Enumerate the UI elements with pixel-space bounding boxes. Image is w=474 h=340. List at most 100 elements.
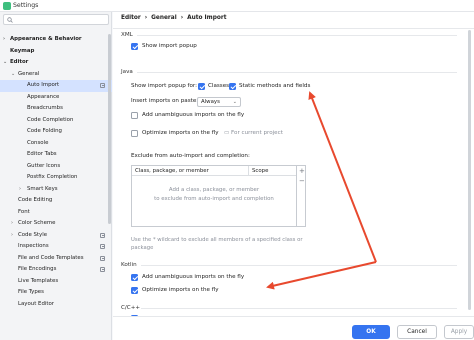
- xml-section-label: XML: [121, 32, 133, 38]
- sidebar-item-file-encodings[interactable]: File Encodings: [0, 264, 112, 276]
- sidebar-item-label: Font: [18, 208, 30, 215]
- project-scope-icon: [100, 232, 105, 238]
- note-line: package: [131, 245, 154, 251]
- section-divider: [137, 35, 457, 36]
- settings-search-input[interactable]: [3, 14, 109, 25]
- sidebar-scrollbar[interactable]: [108, 34, 111, 224]
- sidebar-item-auto-import[interactable]: Auto Import: [0, 80, 112, 92]
- sidebar-item-color-scheme[interactable]: › Color Scheme: [0, 218, 112, 230]
- sidebar-item-smart-keys[interactable]: › Smart Keys: [0, 184, 112, 196]
- sidebar-item-label: Editor Tabs: [27, 151, 57, 157]
- show-popup-for-label: Show import popup for:: [131, 83, 197, 89]
- sidebar-item-editor-tabs[interactable]: Editor Tabs: [0, 149, 112, 161]
- dialog-button-bar: OK Cancel Apply: [113, 316, 474, 340]
- window-title: Settings: [13, 2, 39, 9]
- java-static-methods-checkbox[interactable]: [229, 83, 236, 90]
- checkbox-label: Classes: [208, 83, 230, 89]
- java-classes-checkbox[interactable]: [198, 83, 205, 90]
- checkbox-label: Show import popup: [142, 43, 197, 49]
- section-divider: [137, 72, 457, 73]
- sidebar-item-label: Color Scheme: [18, 220, 56, 226]
- checkbox-label: Optimize imports on the fly: [142, 130, 219, 136]
- sidebar-item-label: Code Completion: [27, 116, 74, 123]
- settings-sidebar: › Appearance & Behavior Keymap ⌄ Editor …: [0, 12, 112, 340]
- chevron-right-icon: ›: [11, 220, 13, 226]
- exclude-table[interactable]: Class, package, or member Scope Add a cl…: [131, 165, 297, 227]
- sidebar-item-editor[interactable]: ⌄ Editor: [0, 57, 112, 69]
- chevron-down-icon: ⌄: [232, 99, 237, 105]
- sidebar-item-font[interactable]: Font: [0, 207, 112, 219]
- kotlin-section-label: Kotlin: [121, 262, 137, 268]
- title-bar: Settings: [0, 0, 474, 12]
- chevron-right-icon: ›: [3, 36, 6, 42]
- sidebar-item-appearance[interactable]: Appearance: [0, 92, 112, 104]
- checkbox-label: Add unambiguous imports on the fly: [142, 274, 245, 280]
- chevron-right-icon: ›: [19, 185, 21, 192]
- chevron-down-icon: ⌄: [11, 70, 16, 77]
- add-icon[interactable]: +: [299, 168, 305, 175]
- search-icon: [7, 17, 13, 23]
- project-scope-icon: [100, 83, 105, 88]
- table-empty-text: to exclude from auto-import and completi…: [154, 196, 274, 202]
- app-icon: [3, 2, 11, 10]
- cancel-button[interactable]: Cancel: [397, 325, 437, 339]
- breadcrumb-editor[interactable]: Editor: [121, 15, 141, 21]
- sidebar-item-appearance-behavior[interactable]: › Appearance & Behavior: [0, 34, 112, 46]
- sidebar-item-label: Editor: [10, 59, 29, 65]
- insert-on-paste-select[interactable]: Always ⌄: [197, 97, 241, 107]
- wildcard-note: Use the * wildcard to exclude all member…: [131, 236, 331, 252]
- exclude-label: Exclude from auto-import and completion:: [131, 153, 250, 159]
- project-scope-icon: [100, 255, 105, 261]
- optimize-hint: For current project: [231, 130, 283, 136]
- table-header-class[interactable]: Class, package, or member: [132, 166, 249, 176]
- content-scrollbar[interactable]: [468, 30, 471, 310]
- sidebar-item-label: Gutter Icons: [27, 162, 61, 169]
- sidebar-item-code-folding[interactable]: Code Folding: [0, 126, 112, 138]
- ok-button[interactable]: OK: [352, 325, 390, 339]
- sidebar-item-label: Breadcrumbs: [27, 105, 63, 111]
- project-scope-icon: [100, 267, 105, 272]
- sidebar-item-console[interactable]: Console: [0, 138, 112, 150]
- header-divider: [113, 28, 474, 29]
- sidebar-item-inspections[interactable]: Inspections: [0, 241, 112, 253]
- kotlin-add-unambiguous-checkbox[interactable]: [131, 274, 138, 281]
- sidebar-item-layout-editor[interactable]: Layout Editor: [0, 299, 112, 311]
- sidebar-item-label: File and Code Templates: [18, 254, 84, 261]
- table-empty-text: Add a class, package, or member: [168, 187, 260, 193]
- note-line: Use the * wildcard to exclude all member…: [131, 237, 303, 243]
- xml-show-import-popup-checkbox[interactable]: [131, 43, 138, 50]
- breadcrumb-separator: ›: [144, 15, 148, 21]
- sidebar-item-gutter-icons[interactable]: Gutter Icons: [0, 161, 112, 173]
- sidebar-item-breadcrumbs[interactable]: Breadcrumbs: [0, 103, 112, 115]
- sidebar-item-general[interactable]: ⌄ General: [0, 69, 112, 81]
- breadcrumb-general[interactable]: General: [151, 15, 177, 21]
- sidebar-item-code-editing[interactable]: Code Editing: [0, 195, 112, 207]
- sidebar-item-label: Appearance: [27, 93, 60, 100]
- settings-content-pane: Editor › General › Auto Import XML Show …: [113, 12, 474, 340]
- sidebar-item-code-completion[interactable]: Code Completion: [0, 115, 112, 127]
- java-add-unambiguous-checkbox[interactable]: [131, 112, 138, 119]
- breadcrumb-auto-import: Auto Import: [187, 15, 227, 21]
- sidebar-item-label: Smart Keys: [27, 185, 58, 192]
- sidebar-item-label: Postfix Completion: [27, 174, 78, 180]
- sidebar-item-file-types[interactable]: File Types: [0, 287, 112, 299]
- section-divider: [141, 308, 457, 309]
- remove-icon[interactable]: −: [299, 178, 305, 185]
- sidebar-item-postfix-completion[interactable]: Postfix Completion: [0, 172, 112, 184]
- java-section-label: Java: [121, 69, 133, 75]
- apply-button[interactable]: Apply: [444, 325, 474, 339]
- sidebar-item-label: Console: [27, 139, 49, 146]
- sidebar-item-code-style[interactable]: › Code Style: [0, 230, 112, 242]
- java-optimize-checkbox[interactable]: [131, 130, 138, 137]
- table-header-scope[interactable]: Scope: [249, 166, 296, 176]
- table-toolbar: + −: [297, 165, 306, 227]
- sidebar-item-live-templates[interactable]: Live Templates: [0, 276, 112, 288]
- section-divider: [141, 265, 457, 266]
- kotlin-optimize-checkbox[interactable]: [131, 287, 138, 294]
- checkbox-label: Static methods and fields: [239, 83, 311, 89]
- sidebar-item-label: Inspections: [18, 243, 49, 249]
- sidebar-item-file-code-templates[interactable]: File and Code Templates: [0, 253, 112, 265]
- sidebar-item-keymap[interactable]: Keymap: [0, 46, 112, 58]
- sidebar-item-label: Keymap: [10, 47, 35, 54]
- sidebar-item-label: Code Folding: [27, 128, 62, 134]
